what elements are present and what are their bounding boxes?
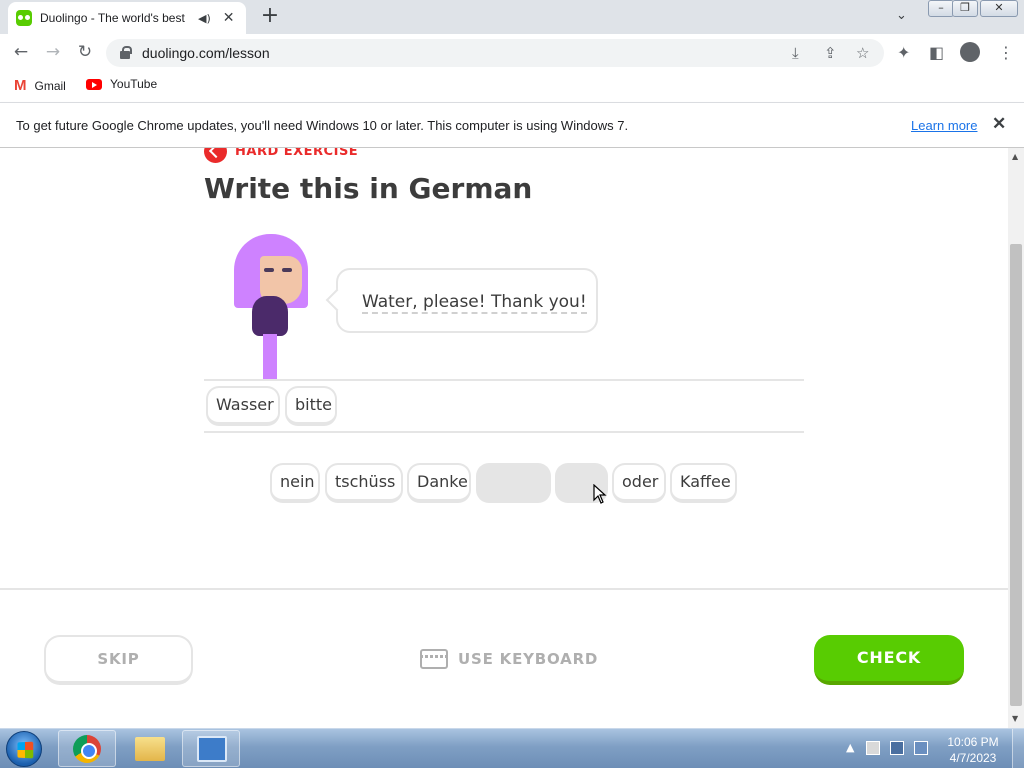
browser-toolbar: ← → ↻ duolingo.com/lesson ⤓ ⇪ ☆ ✦ ◧ ⋮ [0, 34, 1024, 72]
share-icon[interactable]: ⇪ [824, 44, 837, 62]
page-title: Write this in German [204, 172, 533, 205]
taskbar-file-explorer[interactable] [120, 730, 178, 767]
bookmark-label: YouTube [110, 77, 158, 91]
hard-exercise-badge: HARD EXERCISE [204, 148, 358, 163]
answer-line-top [204, 379, 804, 381]
infobar-message: To get future Google Chrome updates, you… [16, 118, 629, 133]
taskbar-clock[interactable]: 10:06 PM 4/7/2023 [940, 734, 1006, 766]
clock-date: 4/7/2023 [949, 751, 997, 765]
hard-exercise-icon [204, 148, 227, 163]
youtube-icon [86, 78, 102, 90]
answer-word-chip[interactable]: bitte [285, 386, 337, 426]
restore-button[interactable]: ❐ [952, 0, 978, 17]
side-panel-icon[interactable]: ◧ [929, 43, 944, 62]
url-text[interactable]: duolingo.com/lesson [142, 45, 270, 61]
minimize-button[interactable]: – [928, 0, 954, 17]
scrollbar-thumb[interactable] [1010, 244, 1022, 706]
word-bank-placeholder [476, 463, 551, 503]
tab-close-icon[interactable]: ✕ [223, 10, 235, 26]
new-tab-button[interactable]: + [258, 4, 282, 28]
bookmark-star-icon[interactable]: ☆ [856, 44, 869, 62]
clock-time: 10:06 PM [947, 735, 999, 749]
word-bank-chip[interactable]: Danke [407, 463, 471, 503]
lesson-page: HARD EXERCISE Write this in German Water… [0, 148, 1008, 728]
lock-icon[interactable] [120, 46, 132, 59]
address-bar[interactable]: duolingo.com/lesson ⤓ ⇪ ☆ [106, 39, 884, 67]
bookmark-youtube[interactable]: YouTube [86, 77, 157, 91]
infobar-close-icon[interactable]: ✕ [992, 114, 1006, 134]
prompt-sentence[interactable]: Water, please! Thank you! [362, 292, 587, 314]
learn-more-link[interactable]: Learn more [911, 118, 977, 133]
tab-title: Duolingo - The world's best [40, 11, 185, 25]
browser-tab[interactable]: Duolingo - The world's best ◀) ✕ [8, 2, 246, 34]
control-panel-icon [197, 736, 227, 762]
tab-search-chevron-icon[interactable]: ⌄ [896, 8, 907, 23]
bookmarks-bar: M Gmail YouTube [0, 72, 1024, 100]
character-lily-illustration [232, 234, 312, 380]
windows-taskbar: ▲ 10:06 PM 4/7/2023 [0, 728, 1024, 769]
back-arrow-icon[interactable]: ← [10, 42, 32, 62]
skip-button[interactable]: SKIP [44, 635, 193, 685]
speaker-icon[interactable]: ◀) [198, 12, 211, 25]
page-scrollbar[interactable]: ▲ ▼ [1008, 148, 1024, 728]
forward-arrow-icon[interactable]: → [42, 42, 64, 62]
update-infobar: To get future Google Chrome updates, you… [0, 102, 1024, 148]
volume-muted-icon[interactable] [914, 741, 928, 755]
tab-strip: Duolingo - The world's best ◀) ✕ + ⌄ – ❐… [0, 0, 1024, 34]
answer-line-bottom [204, 431, 804, 433]
tray-expand-icon[interactable]: ▲ [846, 741, 854, 754]
keyboard-icon [420, 649, 448, 669]
use-keyboard-label: USE KEYBOARD [458, 650, 599, 668]
word-bank-chip[interactable]: oder [612, 463, 666, 503]
scroll-up-arrow-icon[interactable]: ▲ [1012, 152, 1018, 161]
reload-icon[interactable]: ↻ [74, 42, 96, 62]
check-button[interactable]: CHECK [814, 635, 964, 685]
start-button[interactable] [6, 731, 42, 767]
word-bank-chip[interactable]: tschüss [325, 463, 403, 503]
word-bank-chip[interactable]: nein [270, 463, 320, 503]
extensions-puzzle-icon[interactable]: ✦ [897, 43, 910, 62]
profile-avatar-icon[interactable] [960, 42, 980, 62]
action-center-flag-icon[interactable] [866, 741, 880, 755]
footer-divider [0, 588, 1008, 590]
network-icon[interactable] [890, 741, 904, 755]
chrome-icon [73, 735, 101, 763]
duolingo-favicon-icon [16, 10, 32, 26]
window-close-button[interactable]: ✕ [980, 0, 1018, 17]
menu-kebab-icon[interactable]: ⋮ [998, 43, 1014, 62]
gmail-icon: M [14, 77, 27, 94]
taskbar-chrome[interactable] [58, 730, 116, 767]
file-explorer-icon [135, 737, 165, 761]
speech-bubble: Water, please! Thank you! [336, 268, 598, 333]
bookmark-label: Gmail [34, 78, 66, 93]
use-keyboard-button[interactable]: USE KEYBOARD [420, 649, 598, 669]
show-desktop-button[interactable] [1012, 729, 1024, 769]
answer-word-chip[interactable]: Wasser [206, 386, 280, 426]
hard-exercise-label: HARD EXERCISE [235, 148, 359, 159]
word-bank-chip[interactable]: Kaffee [670, 463, 737, 503]
taskbar-control-panel[interactable] [182, 730, 240, 767]
scroll-down-arrow-icon[interactable]: ▼ [1012, 714, 1018, 723]
bookmark-gmail[interactable]: M Gmail [14, 77, 66, 94]
install-icon[interactable]: ⤓ [792, 44, 799, 62]
